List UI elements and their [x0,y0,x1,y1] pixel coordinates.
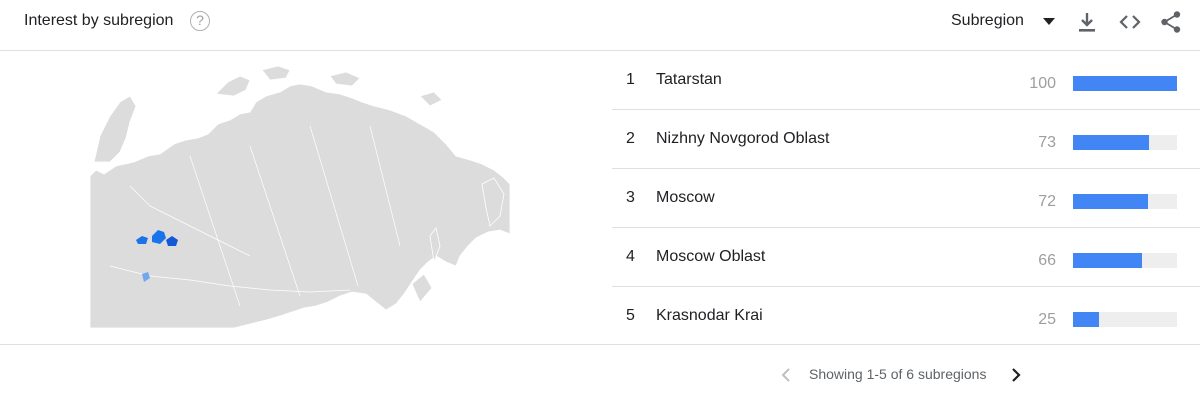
region-row[interactable]: 3 Moscow 72 [612,169,1200,228]
region-rank: 3 [626,189,635,206]
region-value: 72 [1038,193,1056,210]
resolution-dropdown[interactable]: Subregion [951,12,1055,34]
region-bar-track [1073,312,1177,327]
card-title: Interest by subregion [24,12,174,29]
region-rank: 2 [626,130,635,147]
region-name[interactable]: Krasnodar Krai [656,307,763,325]
region-list: 1 Tatarstan 100 2 Nizhny Novgorod Oblast 73 3 M… [612,51,1200,345]
region-rank: 4 [626,248,635,265]
region-value: 25 [1038,311,1056,328]
region-row[interactable]: 5 Krasnodar Krai 25 [612,287,1200,345]
help-icon[interactable]: ? [190,11,210,31]
region-row[interactable]: 1 Tatarstan 100 [612,51,1200,110]
region-bar-fill [1073,253,1142,268]
region-name[interactable]: Moscow Oblast [656,248,765,266]
map-arctic-island-4 [419,91,443,107]
region-row[interactable]: 4 Moscow Oblast 66 [612,228,1200,287]
region-value: 100 [1029,75,1056,92]
chevron-right-icon[interactable] [1008,366,1024,384]
chevron-down-icon [1043,18,1055,25]
help-glyph: ? [196,12,204,28]
card-header: Interest by subregion ? Subregion [0,0,1200,51]
region-rank: 1 [626,71,635,88]
pagination-text: Showing 1-5 of 6 subregions [809,366,987,382]
dropdown-label: Subregion [951,12,1024,29]
chevron-left-icon[interactable] [778,366,794,384]
region-row[interactable]: 2 Nizhny Novgorod Oblast 73 [612,110,1200,169]
region-name[interactable]: Nizhny Novgorod Oblast [656,130,829,148]
region-map[interactable] [90,66,510,328]
footer-divider [0,344,1200,345]
map-scandinavia [93,95,137,163]
region-bar-fill [1073,76,1177,91]
region-bar-track [1073,194,1177,209]
embed-icon[interactable] [1118,10,1142,34]
region-bar-fill [1073,194,1148,209]
pagination: Showing 1-5 of 6 subregions [778,362,1038,386]
region-bar-fill [1073,135,1149,150]
region-value: 66 [1038,252,1056,269]
region-value: 73 [1038,134,1056,151]
map-arctic-island-2 [261,66,291,81]
region-bar-fill [1073,312,1099,327]
region-bar-track [1073,76,1177,91]
region-bar-track [1073,253,1177,268]
map-arctic-island-3 [329,71,361,87]
share-icon[interactable] [1160,10,1182,34]
download-icon[interactable] [1076,10,1098,34]
region-name[interactable]: Tatarstan [656,71,722,89]
region-name[interactable]: Moscow [656,189,715,207]
region-rank: 5 [626,307,635,324]
region-bar-track [1073,135,1177,150]
map-arctic-island-1 [215,75,251,97]
